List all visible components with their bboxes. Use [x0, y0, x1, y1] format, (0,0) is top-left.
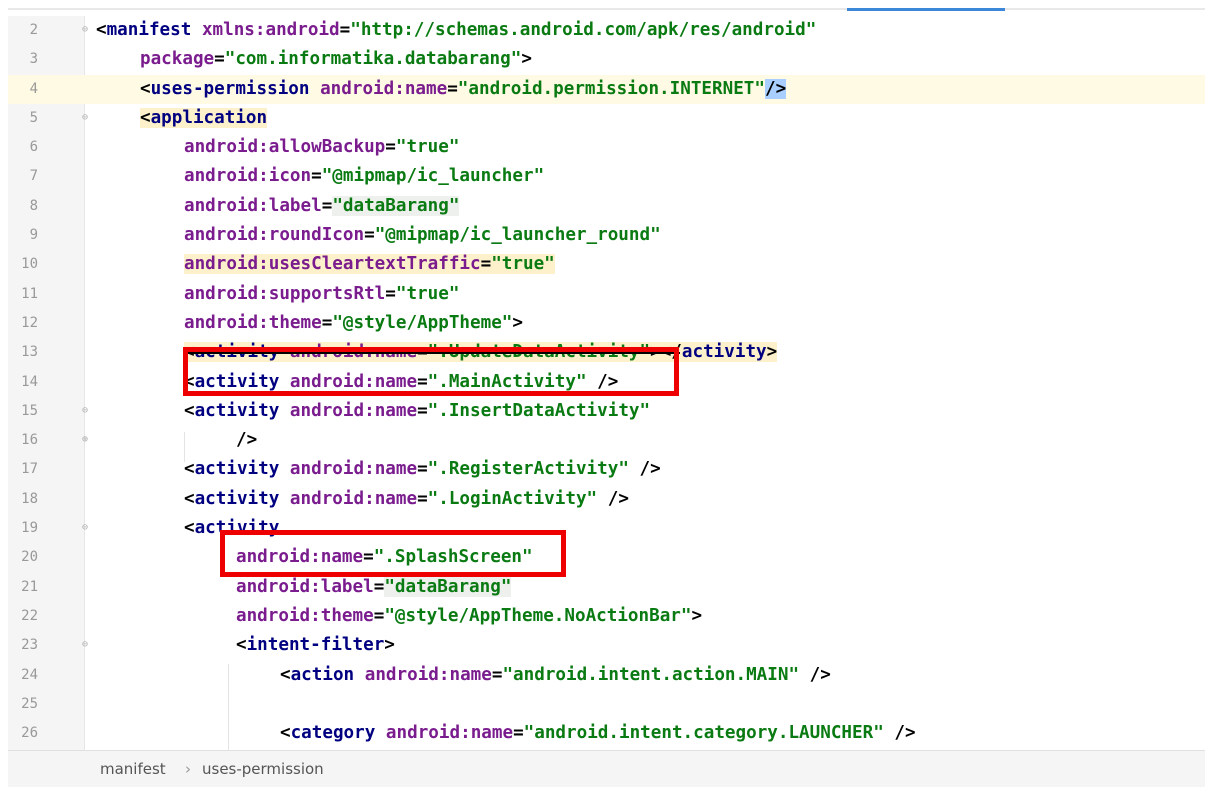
code-line[interactable]: 19 ⊖ <activity	[8, 514, 1205, 543]
code-text: android:supportsRtl="true"	[184, 283, 460, 304]
line-number: 4	[29, 80, 38, 97]
line-number: 14	[21, 373, 38, 390]
breadcrumb-separator-icon: ›	[185, 760, 191, 778]
code-line[interactable]: 25	[8, 690, 1205, 719]
line-number: 26	[21, 725, 38, 742]
code-text: />	[236, 430, 258, 451]
code-line[interactable]: 26 <category android:name="android.inten…	[8, 719, 1205, 748]
code-text: android:theme="@style/AppTheme">	[184, 312, 523, 333]
breadcrumb-item-manifest[interactable]: manifest	[100, 760, 166, 778]
code-text: <activity android:name=".InsertDataActiv…	[184, 400, 651, 421]
breadcrumb: manifest › uses-permission	[8, 750, 1205, 787]
code-text: android:usesCleartextTraffic="true"	[184, 254, 555, 275]
code-line[interactable]: 5 ⊖ <application	[8, 104, 1205, 133]
code-text: <category android:name="android.intent.c…	[280, 723, 916, 744]
code-text: <activity android:name=".LoginActivity" …	[184, 488, 629, 509]
line-number: 15	[21, 402, 38, 419]
code-text: <uses-permission android:name="android.p…	[140, 78, 787, 99]
line-number: 20	[21, 549, 38, 566]
code-text: android:allowBackup="true"	[184, 137, 460, 158]
code-line[interactable]: 24 <action android:name="android.intent.…	[8, 661, 1205, 690]
fold-marker-icon[interactable]: ⊖	[80, 23, 90, 36]
line-number: 10	[21, 256, 38, 273]
code-line[interactable]: 23 ⊖ <intent-filter>	[8, 631, 1205, 660]
code-line[interactable]: 8 android:label="dataBarang"	[8, 192, 1205, 221]
line-number: 24	[21, 666, 38, 683]
code-line[interactable]: 9 android:roundIcon="@mipmap/ic_launcher…	[8, 221, 1205, 250]
active-tab-indicator[interactable]	[847, 8, 1005, 11]
line-number: 3	[29, 51, 38, 68]
code-line[interactable]: 18 <activity android:name=".LoginActivit…	[8, 485, 1205, 514]
code-text: <application	[140, 107, 268, 128]
code-text: <activity android:name=".RegisterActivit…	[184, 459, 661, 480]
code-line[interactable]: 17 <activity android:name=".RegisterActi…	[8, 455, 1205, 484]
code-line[interactable]: 20 android:name=".SplashScreen"	[8, 543, 1205, 572]
line-number: 5	[29, 109, 38, 126]
code-line-current[interactable]: 4 <uses-permission android:name="android…	[8, 74, 1205, 104]
line-number: 7	[29, 168, 38, 185]
code-text: package="com.informatika.databarang">	[140, 49, 532, 70]
code-text: android:roundIcon="@mipmap/ic_launcher_r…	[184, 225, 661, 246]
line-number: 16	[21, 432, 38, 449]
line-number: 9	[29, 227, 38, 244]
code-text: <manifest xmlns:android="http://schemas.…	[96, 20, 817, 40]
line-number: 12	[21, 314, 38, 331]
line-number: 21	[21, 578, 38, 595]
code-text: <intent-filter>	[236, 635, 395, 656]
code-line[interactable]: 15 ⊖ <activity android:name=".InsertData…	[8, 397, 1205, 426]
code-text: android:theme="@style/AppTheme.NoActionB…	[236, 605, 703, 626]
line-number: 2	[29, 22, 38, 38]
breadcrumb-item-uses-permission[interactable]: uses-permission	[202, 760, 324, 778]
line-number: 13	[21, 344, 38, 361]
fold-marker-icon[interactable]: ⊖	[80, 111, 90, 124]
line-number: 6	[29, 139, 38, 156]
code-line[interactable]: 22 android:theme="@style/AppTheme.NoActi…	[8, 602, 1205, 631]
annotation-box-main-activity	[183, 347, 679, 396]
line-number: 23	[21, 637, 38, 654]
line-number: 22	[21, 607, 38, 624]
code-text: android:label="dataBarang"	[184, 195, 460, 216]
line-number: 17	[21, 461, 38, 478]
line-number: 25	[21, 695, 38, 712]
fold-marker-icon[interactable]: ⊖	[80, 404, 90, 417]
line-number: 19	[21, 520, 38, 537]
code-line[interactable]: 10 android:usesCleartextTraffic="true"	[8, 250, 1205, 279]
line-number: 8	[29, 197, 38, 214]
code-line[interactable]: 3 package="com.informatika.databarang">	[8, 45, 1205, 74]
code-line[interactable]: 6 android:allowBackup="true"	[8, 133, 1205, 162]
code-line[interactable]: 2 ⊖ <manifest xmlns:android="http://sche…	[8, 16, 1205, 45]
fold-marker-icon[interactable]: ⊖	[80, 521, 90, 534]
line-number: 18	[21, 490, 38, 507]
code-line[interactable]: 16 ⊕ />	[8, 426, 1205, 455]
code-text: <action android:name="android.intent.act…	[280, 664, 831, 685]
line-number: 11	[21, 285, 38, 302]
code-line[interactable]: 11 android:supportsRtl="true"	[8, 280, 1205, 309]
fold-marker-icon[interactable]: ⊖	[80, 638, 90, 651]
tab-bar-line	[8, 8, 1205, 10]
code-line[interactable]: 7 android:icon="@mipmap/ic_launcher"	[8, 162, 1205, 191]
annotation-box-splash-screen	[220, 530, 566, 577]
fold-end-icon[interactable]: ⊕	[80, 433, 90, 446]
code-line[interactable]: 21 android:label="dataBarang"	[8, 573, 1205, 602]
code-line[interactable]: 12 android:theme="@style/AppTheme">	[8, 309, 1205, 338]
code-text: android:label="dataBarang"	[236, 576, 512, 597]
code-text: android:icon="@mipmap/ic_launcher"	[184, 166, 545, 187]
